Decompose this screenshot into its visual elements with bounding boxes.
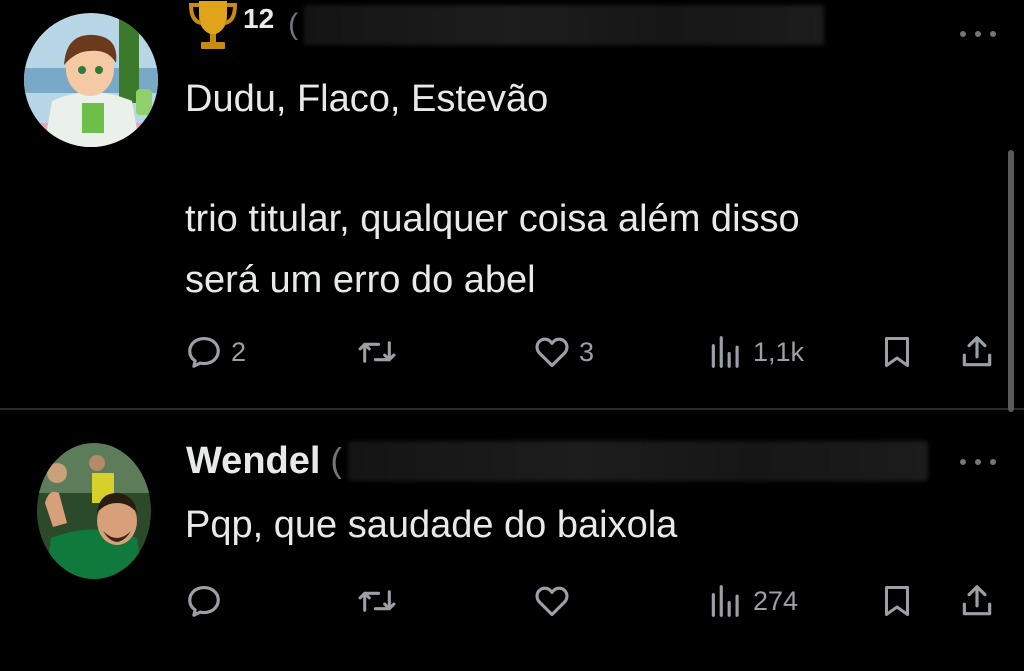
reply-button[interactable]: 2 bbox=[185, 330, 246, 374]
repost-button[interactable] bbox=[357, 579, 405, 623]
bookmark-button[interactable] bbox=[879, 330, 915, 374]
more-dots-icon[interactable] bbox=[960, 29, 996, 39]
views-count: 1,1k bbox=[753, 336, 805, 367]
scrollbar[interactable] bbox=[1008, 150, 1014, 412]
like-button[interactable]: 3 bbox=[533, 330, 594, 374]
bookmark-icon bbox=[885, 337, 909, 367]
post-header: 12 ( bbox=[187, 1, 825, 49]
reply-icon bbox=[188, 585, 220, 617]
action-bar: 2 3 1,1k bbox=[185, 330, 1000, 374]
post-text-line-2: trio titular, qualquer coisa além disso bbox=[185, 198, 800, 240]
views-button[interactable]: 274 bbox=[707, 579, 798, 623]
display-name[interactable]: Wendel bbox=[186, 440, 320, 483]
heart-icon bbox=[535, 337, 569, 368]
repost-icon bbox=[358, 590, 396, 612]
handle-prefix: ( bbox=[330, 441, 342, 480]
handle-prefix: ( bbox=[288, 8, 299, 41]
reply-icon bbox=[188, 336, 220, 368]
views-button[interactable]: 1,1k bbox=[707, 330, 804, 374]
post-2[interactable]: Wendel ( Pqp, que saudade do baixola 274 bbox=[0, 410, 1024, 671]
post-text-line-1: Dudu, Flaco, Estevão bbox=[185, 78, 549, 120]
reply-count: 2 bbox=[231, 336, 247, 367]
heart-icon bbox=[535, 586, 569, 617]
reply-button[interactable] bbox=[185, 579, 231, 623]
post-1[interactable]: 12 ( Dudu, Flaco, Estevão trio titular, … bbox=[0, 0, 1024, 408]
avatar[interactable] bbox=[24, 13, 158, 147]
repost-button[interactable] bbox=[357, 330, 405, 374]
redacted-username bbox=[347, 441, 928, 481]
like-count: 3 bbox=[579, 336, 595, 367]
post-header: Wendel ( bbox=[186, 436, 928, 486]
views-count: 274 bbox=[753, 585, 799, 616]
avatar[interactable] bbox=[37, 443, 151, 579]
views-bar-chart-icon bbox=[711, 336, 739, 368]
share-icon bbox=[962, 336, 992, 367]
post-text-line-1: Pqp, que saudade do baixola bbox=[185, 504, 678, 546]
bookmark-icon bbox=[885, 586, 909, 616]
bookmark-button[interactable] bbox=[879, 579, 915, 623]
share-button[interactable] bbox=[958, 579, 996, 623]
action-bar: 274 bbox=[185, 579, 1000, 623]
redacted-username bbox=[304, 5, 825, 45]
post-text-line-3: será um erro do abel bbox=[185, 259, 536, 301]
avatar-image bbox=[37, 443, 151, 579]
views-bar-chart-icon bbox=[711, 585, 739, 617]
share-button[interactable] bbox=[958, 330, 996, 374]
badge-count: 12 bbox=[243, 3, 275, 34]
more-dots-icon[interactable] bbox=[960, 457, 996, 467]
trophy-icon bbox=[188, 1, 238, 49]
avatar-image bbox=[24, 13, 158, 147]
like-button[interactable] bbox=[533, 579, 579, 623]
share-icon bbox=[962, 585, 992, 616]
repost-icon bbox=[358, 341, 396, 363]
